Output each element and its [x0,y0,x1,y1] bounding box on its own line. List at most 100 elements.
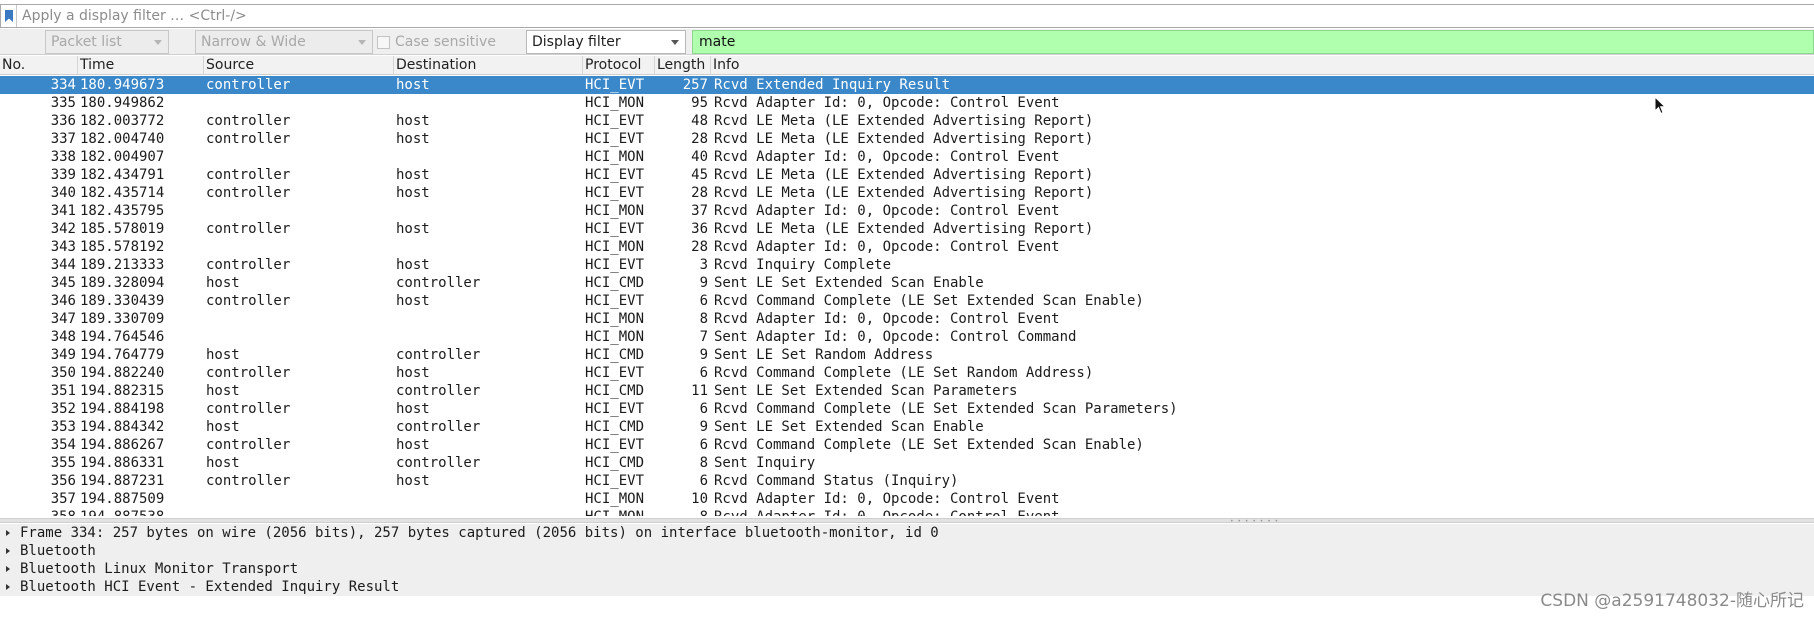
packet-source: controller [206,221,291,237]
checkbox-box[interactable] [377,35,390,49]
packet-row[interactable]: 349 194.764779 host controller HCI_CMD 9 Sent … [0,346,1814,364]
packet-protocol: HCI_EVT [585,473,645,489]
packet-row[interactable]: 340 182.435714 controller host HCI_EVT 28 Rcvd… [0,184,1814,202]
packet-row[interactable]: 334 180.949673 controller host HCI_EVT 257 Rcv… [0,76,1814,94]
packet-row[interactable]: 338 182.004907 HCI_MON 40 Rcvd Adapter Id: 0… [0,148,1814,166]
packet-row[interactable]: 341 182.435795 HCI_MON 37 Rcvd Adapter Id: 0… [0,202,1814,220]
detail-tree-item[interactable]: Bluetooth Linux Monitor Transport [0,560,1814,578]
packet-time: 194.764546 [80,329,165,345]
packet-row[interactable]: 339 182.434791 controller host HCI_EVT 45 Rcvd… [0,166,1814,184]
packet-row[interactable]: 337 182.004740 controller host HCI_EVT 28 Rcvd… [0,130,1814,148]
packet-time: 182.004907 [80,149,165,165]
packet-time: 194.884198 [80,401,165,417]
char-width-select[interactable]: Narrow & Wide [195,30,373,54]
packet-info: Rcvd Command Complete (LE Set Extended S… [714,401,1178,417]
column-header-source[interactable]: Source [204,56,394,75]
packet-row[interactable]: 350 194.882240 controller host HCI_EVT 6 Rcvd … [0,364,1814,382]
packet-row[interactable]: 347 189.330709 HCI_MON 8 Rcvd Adapter Id: 0,… [0,310,1814,328]
packet-row[interactable]: 352 194.884198 controller host HCI_EVT 6 Rcvd … [0,400,1814,418]
packet-row[interactable]: 357 194.887509 HCI_MON 10 Rcvd Adapter Id: 0… [0,490,1814,508]
packet-source [206,238,392,256]
bookmark-icon[interactable] [1,5,17,27]
packet-length: 6 [699,365,708,381]
packet-length: 28 [691,185,708,201]
packet-destination [396,310,582,328]
packet-length: 95 [691,95,708,111]
packet-info: Rcvd Adapter Id: 0, Opcode: Control Even… [714,311,1060,327]
packet-info: Sent LE Set Extended Scan Enable [714,419,984,435]
packet-row[interactable]: 345 189.328094 host controller HCI_CMD 9 Sent … [0,274,1814,292]
packet-row[interactable]: 344 189.213333 controller host HCI_EVT 3 Rcvd … [0,256,1814,274]
display-filter-input[interactable] [17,5,1814,27]
packet-destination: host [396,257,430,273]
chevron-down-icon [671,40,679,45]
search-in-select[interactable]: Packet list [45,30,169,54]
search-query-input[interactable]: mate [692,30,1814,54]
packet-destination: host [396,365,430,381]
expand-triangle-icon[interactable] [6,566,10,572]
packet-no: 358 [0,508,76,516]
pane-splitter[interactable]: • • • • • • • [0,518,1814,525]
packet-length: 8 [699,311,708,327]
packet-row[interactable]: 342 185.578019 controller host HCI_EVT 36 Rcvd… [0,220,1814,238]
packet-length: 8 [699,455,708,471]
packet-length: 45 [691,167,708,183]
packet-destination: controller [396,383,481,399]
packet-time: 182.435795 [80,203,165,219]
packet-destination [396,328,582,346]
column-header-length[interactable]: Length [655,56,711,75]
packet-row[interactable]: 336 182.003772 controller host HCI_EVT 48 Rcvd… [0,112,1814,130]
packet-row[interactable]: 356 194.887231 controller host HCI_EVT 6 Rcvd … [0,472,1814,490]
packet-row[interactable]: 354 194.886267 controller host HCI_EVT 6 Rcvd … [0,436,1814,454]
packet-protocol: HCI_MON [585,329,645,345]
packet-info: Rcvd LE Meta (LE Extended Advertising Re… [714,131,1094,147]
column-header-destination[interactable]: Destination [394,56,583,75]
char-width-value: Narrow & Wide [201,34,306,50]
packet-row[interactable]: 353 194.884342 host controller HCI_CMD 9 Sent … [0,418,1814,436]
packet-time: 194.886331 [80,455,165,471]
packet-row[interactable]: 335 180.949862 HCI_MON 95 Rcvd Adapter Id: 0… [0,94,1814,112]
packet-source: controller [206,473,291,489]
column-header-no[interactable]: No. [0,56,78,75]
packet-length: 9 [699,419,708,435]
packet-row[interactable]: 355 194.886331 host controller HCI_CMD 8 Sent … [0,454,1814,472]
packet-no: 351 [50,383,76,399]
chevron-down-icon [154,40,162,45]
packet-row[interactable]: 351 194.882315 host controller HCI_CMD 11 Sent… [0,382,1814,400]
packet-row[interactable]: 358 194.887538 HCI_MON8 Rcvd Adapter Id: 0,… [0,508,1814,516]
case-sensitive-checkbox[interactable]: Case sensitive [377,30,496,54]
column-header-time[interactable]: Time [78,56,204,75]
packet-row[interactable]: 346 189.330439 controller host HCI_EVT 6 Rcvd … [0,292,1814,310]
packet-info: Rcvd Command Complete (LE Set Random Add… [714,365,1094,381]
packet-row[interactable]: 343 185.578192 HCI_MON 28 Rcvd Adapter Id: 0… [0,238,1814,256]
packet-no: 347 [50,311,76,327]
packet-protocol: HCI_MON [585,95,645,111]
expand-triangle-icon[interactable] [6,548,10,554]
packet-length: 257 [682,77,708,93]
packet-length: 40 [691,149,708,165]
packet-list-header: No. Time Source Destination Protocol Len… [0,56,1814,75]
packet-source: controller [206,131,291,147]
packet-row[interactable]: 348 194.764546 HCI_MON 7 Sent Adapter Id: 0,… [0,328,1814,346]
packet-no: 339 [50,167,76,183]
column-header-protocol[interactable]: Protocol [583,56,655,75]
packet-no: 342 [50,221,76,237]
detail-tree-label: Bluetooth [20,543,96,559]
packet-protocol: HCI_MON [585,508,655,516]
search-type-select[interactable]: Display filter [526,30,686,54]
packet-source [206,310,392,328]
packet-length: 3 [699,257,708,273]
packet-source [206,148,392,166]
packet-length: 8 [655,508,708,516]
packet-time: 189.330709 [80,311,165,327]
expand-triangle-icon[interactable] [6,584,10,590]
packet-info: Rcvd Command Complete (LE Set Extended S… [714,293,1144,309]
expand-triangle-icon[interactable] [6,530,10,536]
column-header-info[interactable]: Info [711,56,1814,75]
packet-no: 345 [50,275,76,291]
detail-tree-item[interactable]: Bluetooth [0,542,1814,560]
detail-tree-item[interactable]: Frame 334: 257 bytes on wire (2056 bits)… [0,524,1814,542]
packet-time: 194.887231 [80,473,165,489]
packet-destination [396,94,582,112]
packet-destination: host [396,131,430,147]
